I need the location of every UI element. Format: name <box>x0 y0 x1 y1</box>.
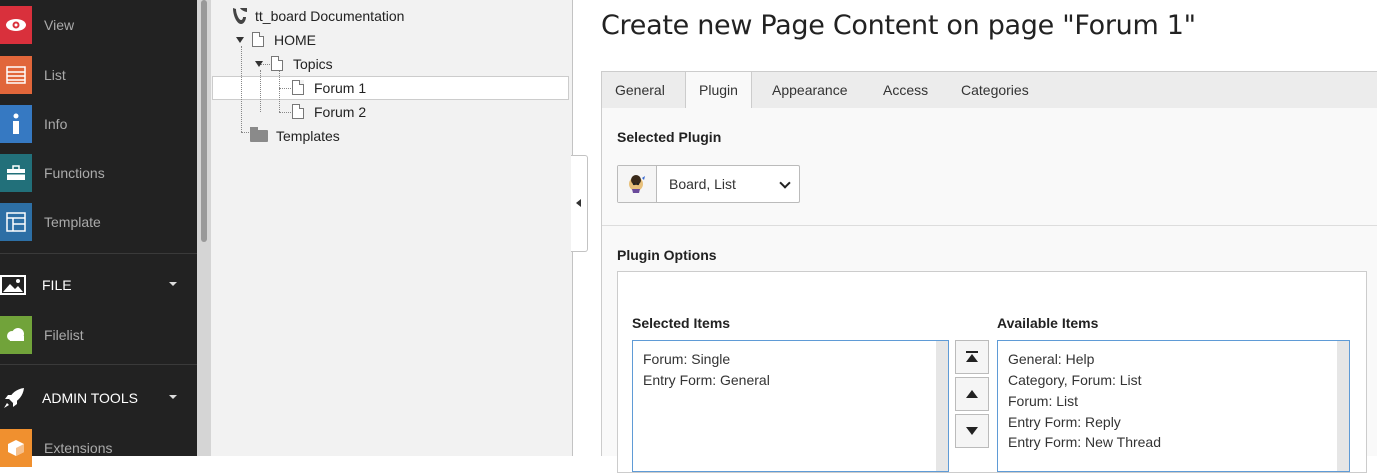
module-info-label: Info <box>44 115 68 132</box>
move-to-top-button[interactable] <box>955 340 989 374</box>
page-icon <box>292 80 304 95</box>
collapse-icon[interactable] <box>255 60 263 67</box>
module-functions-label: Functions <box>44 164 105 181</box>
available-items-heading: Available Items <box>997 315 1099 331</box>
plugin-icon <box>618 166 657 202</box>
module-list[interactable]: List <box>0 50 197 99</box>
tree-node-label: Forum 1 <box>314 79 367 96</box>
content-area: Create new Page Content on page "Forum 1… <box>588 0 1377 473</box>
list-icon <box>0 55 32 94</box>
chevron-down-icon <box>169 282 177 286</box>
module-filelist[interactable]: Filelist <box>0 310 197 359</box>
group-file-label: FILE <box>42 277 72 293</box>
tree-line <box>279 112 291 113</box>
tree-node-forum-1[interactable]: Forum 1 <box>292 76 366 99</box>
module-menu: View List Info Functions Template FILE F… <box>0 0 197 467</box>
tab-appearance[interactable]: Appearance <box>759 72 861 109</box>
page-icon <box>271 56 283 71</box>
typo3-logo-icon <box>233 7 247 24</box>
list-item[interactable]: General: Help <box>1008 351 1094 367</box>
selected-items-heading: Selected Items <box>632 315 731 331</box>
info-icon <box>0 104 32 143</box>
list-scrollbar[interactable] <box>1337 341 1349 471</box>
list-item[interactable]: Entry Form: General <box>643 372 770 388</box>
tree-root-label: tt_board Documentation <box>255 7 405 24</box>
tree-node-label: HOME <box>274 31 316 48</box>
scrollbar-thumb[interactable] <box>201 0 207 242</box>
module-extensions[interactable]: Extensions <box>0 423 197 472</box>
extensions-icon <box>0 428 32 467</box>
move-down-button[interactable] <box>955 414 989 448</box>
tree-node-templates[interactable]: Templates <box>250 124 340 147</box>
module-filelist-label: Filelist <box>44 326 84 343</box>
module-view[interactable]: View <box>0 0 197 49</box>
tree-node-label: Topics <box>293 55 333 72</box>
plugin-select[interactable]: Board, List <box>617 165 800 203</box>
tree-line <box>279 88 291 89</box>
list-item[interactable]: Forum: Single <box>643 351 730 367</box>
list-item[interactable]: Entry Form: New Thread <box>1008 434 1161 450</box>
tab-general[interactable]: General <box>602 72 678 109</box>
cloud-icon <box>0 315 32 354</box>
list-item[interactable]: Forum: List <box>1008 393 1078 409</box>
tab-access[interactable]: Access <box>870 72 941 109</box>
module-functions[interactable]: Functions <box>0 148 197 197</box>
eye-icon <box>0 5 32 44</box>
selected-items-list[interactable]: Forum: Single Entry Form: General <box>632 340 949 472</box>
section-divider <box>602 225 1377 226</box>
image-icon <box>0 275 26 295</box>
tree-node-home[interactable]: HOME <box>236 28 316 51</box>
move-top-icon <box>966 351 978 362</box>
tree-selection-highlight <box>212 76 569 100</box>
module-template-label: Template <box>44 213 101 230</box>
module-info[interactable]: Info <box>0 99 197 148</box>
module-extensions-label: Extensions <box>44 439 113 456</box>
chevron-down-icon <box>169 395 177 399</box>
page-icon <box>292 104 304 119</box>
chevron-down-icon <box>779 177 791 189</box>
tree-line <box>260 70 261 112</box>
page-title: Create new Page Content on page "Forum 1… <box>601 10 1196 41</box>
module-list-label: List <box>44 66 66 83</box>
list-scrollbar[interactable] <box>936 341 948 471</box>
page-tree: tt_board Documentation HOME Topics Forum… <box>211 0 573 456</box>
collapse-icon[interactable] <box>236 36 244 43</box>
list-item[interactable]: Entry Form: Reply <box>1008 414 1121 430</box>
page-icon <box>252 32 264 47</box>
selected-plugin-heading: Selected Plugin <box>617 129 722 145</box>
group-admin-tools[interactable]: ADMIN TOOLS <box>0 378 197 418</box>
group-file[interactable]: FILE <box>0 265 197 305</box>
collapse-tree-button[interactable] <box>571 155 588 252</box>
menu-divider <box>0 253 197 254</box>
folder-icon <box>250 126 268 142</box>
arrow-up-icon <box>966 390 978 398</box>
arrow-down-icon <box>966 427 978 435</box>
tab-bar: General Plugin Appearance Access Categor… <box>601 71 1377 111</box>
tree-root[interactable]: tt_board Documentation <box>231 4 404 27</box>
tab-categories[interactable]: Categories <box>948 72 1042 109</box>
briefcase-icon <box>0 153 32 192</box>
rocket-icon <box>4 388 24 408</box>
list-item[interactable]: Category, Forum: List <box>1008 372 1142 388</box>
plugin-select-value: Board, List <box>669 176 736 192</box>
tree-node-forum-2[interactable]: Forum 2 <box>292 100 366 123</box>
module-template[interactable]: Template <box>0 197 197 246</box>
available-items-list[interactable]: General: Help Category, Forum: List Foru… <box>997 340 1350 472</box>
move-up-button[interactable] <box>955 377 989 411</box>
tree-node-label: Templates <box>276 127 340 144</box>
tree-node-topics[interactable]: Topics <box>255 52 333 75</box>
tree-line <box>279 70 280 112</box>
menu-divider <box>0 364 197 365</box>
template-icon <box>0 202 32 241</box>
tab-plugin[interactable]: Plugin <box>685 71 752 111</box>
tree-line <box>241 46 242 132</box>
module-view-label: View <box>44 16 75 33</box>
chevron-left-icon <box>576 199 581 207</box>
tree-node-label: Forum 2 <box>314 103 367 120</box>
group-admin-label: ADMIN TOOLS <box>42 390 138 406</box>
plugin-options-heading: Plugin Options <box>617 247 717 263</box>
